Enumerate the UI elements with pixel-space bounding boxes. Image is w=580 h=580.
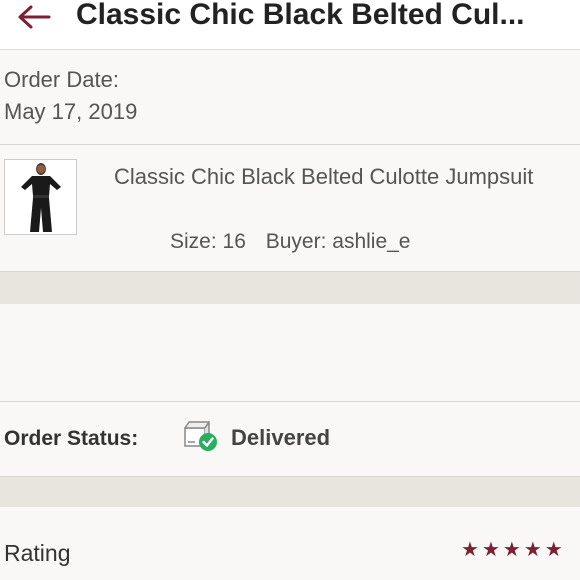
star-icon: ★ xyxy=(481,537,500,561)
section-divider xyxy=(0,477,580,507)
order-date-value: May 17, 2019 xyxy=(4,99,138,124)
order-date-label: Order Date: xyxy=(4,67,119,92)
order-status-section: Order Status: Delivered xyxy=(0,402,580,477)
section-divider xyxy=(0,272,580,304)
page-title: Classic Chic Black Belted Cul... xyxy=(76,0,525,31)
item-thumbnail[interactable] xyxy=(4,159,77,235)
star-icon: ★ xyxy=(502,537,521,561)
item-meta: Size: 16 Buyer: ashlie_e xyxy=(170,230,425,254)
back-arrow-icon xyxy=(18,5,51,29)
package-delivered-icon xyxy=(184,421,217,451)
item-title[interactable]: Classic Chic Black Belted Culotte Jumpsu… xyxy=(114,161,534,193)
rating-label: Rating xyxy=(4,540,71,566)
item-buyer: Buyer: ashlie_e xyxy=(265,230,411,253)
app-header: Classic Chic Black Belted Cul... xyxy=(0,0,580,50)
star-icon: ★ xyxy=(544,537,563,561)
star-icon: ★ xyxy=(461,537,479,561)
blank-section xyxy=(0,304,580,402)
rating-section: Rating ★ ★ ★ ★ ★ xyxy=(0,507,580,580)
item-size: Size: 16 xyxy=(170,230,246,253)
rating-stars: ★ ★ ★ ★ ★ xyxy=(461,539,563,559)
star-icon: ★ xyxy=(523,537,542,561)
order-date-section: Order Date: May 17, 2019 xyxy=(0,50,580,145)
order-item[interactable]: Classic Chic Black Belted Culotte Jumpsu… xyxy=(0,145,580,272)
back-button[interactable] xyxy=(14,0,54,34)
jumpsuit-image xyxy=(5,160,76,234)
order-status-value: Delivered xyxy=(231,425,331,450)
order-status-label: Order Status: xyxy=(4,427,139,450)
